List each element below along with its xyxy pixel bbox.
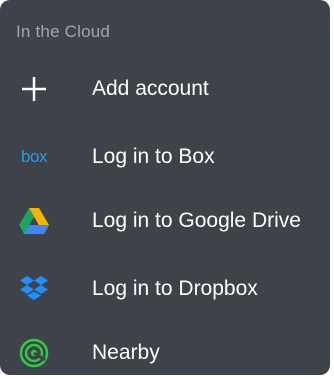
login-dropbox-item[interactable]: Log in to Dropbox	[0, 256, 330, 322]
nearby-label: Nearby	[92, 341, 160, 364]
box-logo-icon: box	[14, 137, 54, 177]
google-drive-icon	[14, 201, 54, 241]
cloud-menu-panel: In the Cloud Add account box Log in to B…	[0, 0, 330, 375]
section-header: In the Cloud	[16, 22, 111, 41]
plus-icon	[14, 69, 54, 109]
login-box-label: Log in to Box	[92, 145, 215, 168]
add-account-label: Add account	[92, 77, 209, 100]
nearby-icon	[14, 333, 54, 373]
login-google-drive-item[interactable]: Log in to Google Drive	[0, 188, 330, 254]
nearby-item[interactable]: Nearby	[0, 320, 330, 375]
login-google-drive-label: Log in to Google Drive	[92, 209, 301, 232]
login-dropbox-label: Log in to Dropbox	[92, 277, 258, 300]
box-logo-text: box	[21, 147, 47, 166]
login-box-item[interactable]: box Log in to Box	[0, 124, 330, 190]
dropbox-icon	[14, 269, 54, 309]
add-account-item[interactable]: Add account	[0, 56, 330, 122]
